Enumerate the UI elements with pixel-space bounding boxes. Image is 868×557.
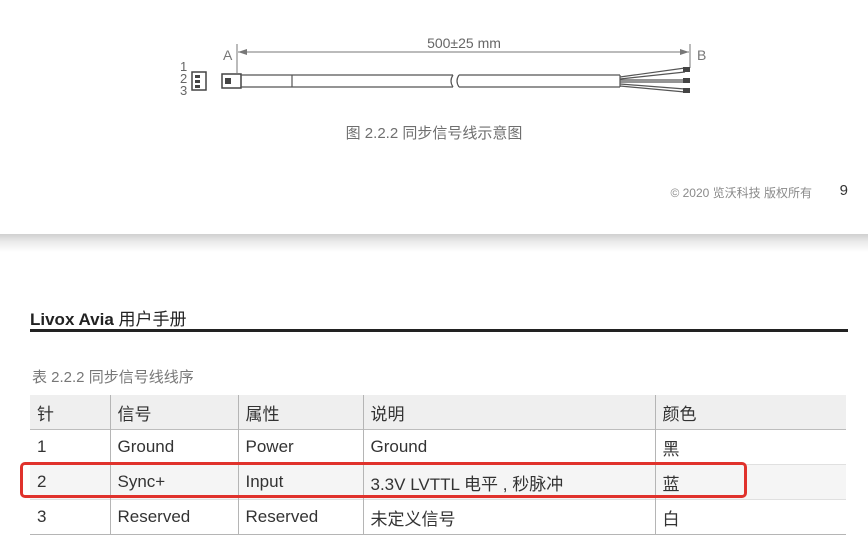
cell-signal: Reserved [109,499,238,535]
table-caption: 表 2.2.2 同步信号线线序 [32,369,194,386]
copyright-notice: © 2020 览沃科技 版权所有 [670,186,812,200]
table-header-row: 针 信号 属性 说明 颜色 [30,395,846,430]
page-separator [0,234,868,252]
length-label: 500±25 mm [427,35,501,51]
connector-body [221,73,242,89]
row-highlight-box [20,462,747,498]
page-number: 9 [839,182,848,199]
column-header-pin: 针 [37,404,54,424]
manual-title: 用户手册 [118,310,187,329]
product-name: Livox Avia [30,310,114,329]
manual-header: Livox Avia 用户手册 [30,305,187,330]
cell-pin: 3 [37,507,47,526]
cell-attribute: Reserved [237,499,363,535]
end-a-label: A [223,47,233,63]
table-row: 3 Reserved Reserved 未定义信号 白 [30,499,846,535]
column-header-attribute: 属性 [237,395,363,430]
cell-description: 未定义信号 [362,499,655,535]
cell-color: 黑 [654,429,846,465]
cell-color: 白 [654,499,846,535]
end-b-label: B [697,47,706,63]
figure-caption: 图 2.2.2 同步信号线示意图 [345,125,523,142]
cable [241,74,621,88]
pin-label-3: 3 [180,83,187,98]
column-header-description: 说明 [362,395,655,430]
cell-signal: Ground [109,429,238,465]
cell-description: Ground [362,429,655,465]
header-rule [30,329,848,332]
cell-pin: 1 [37,437,47,456]
previous-page: 1 2 3 A B 500±25 mm 图 2.2.2 同步信号线示意图 © 2… [0,0,868,234]
column-header-signal: 信号 [109,395,238,430]
wires [619,67,686,93]
sync-cable-drawing: 1 2 3 A B 500±25 mm [180,35,706,98]
cell-attribute: Power [237,429,363,465]
table-row: 1 Ground Power Ground 黑 [30,429,846,465]
column-header-color: 颜色 [654,395,846,430]
